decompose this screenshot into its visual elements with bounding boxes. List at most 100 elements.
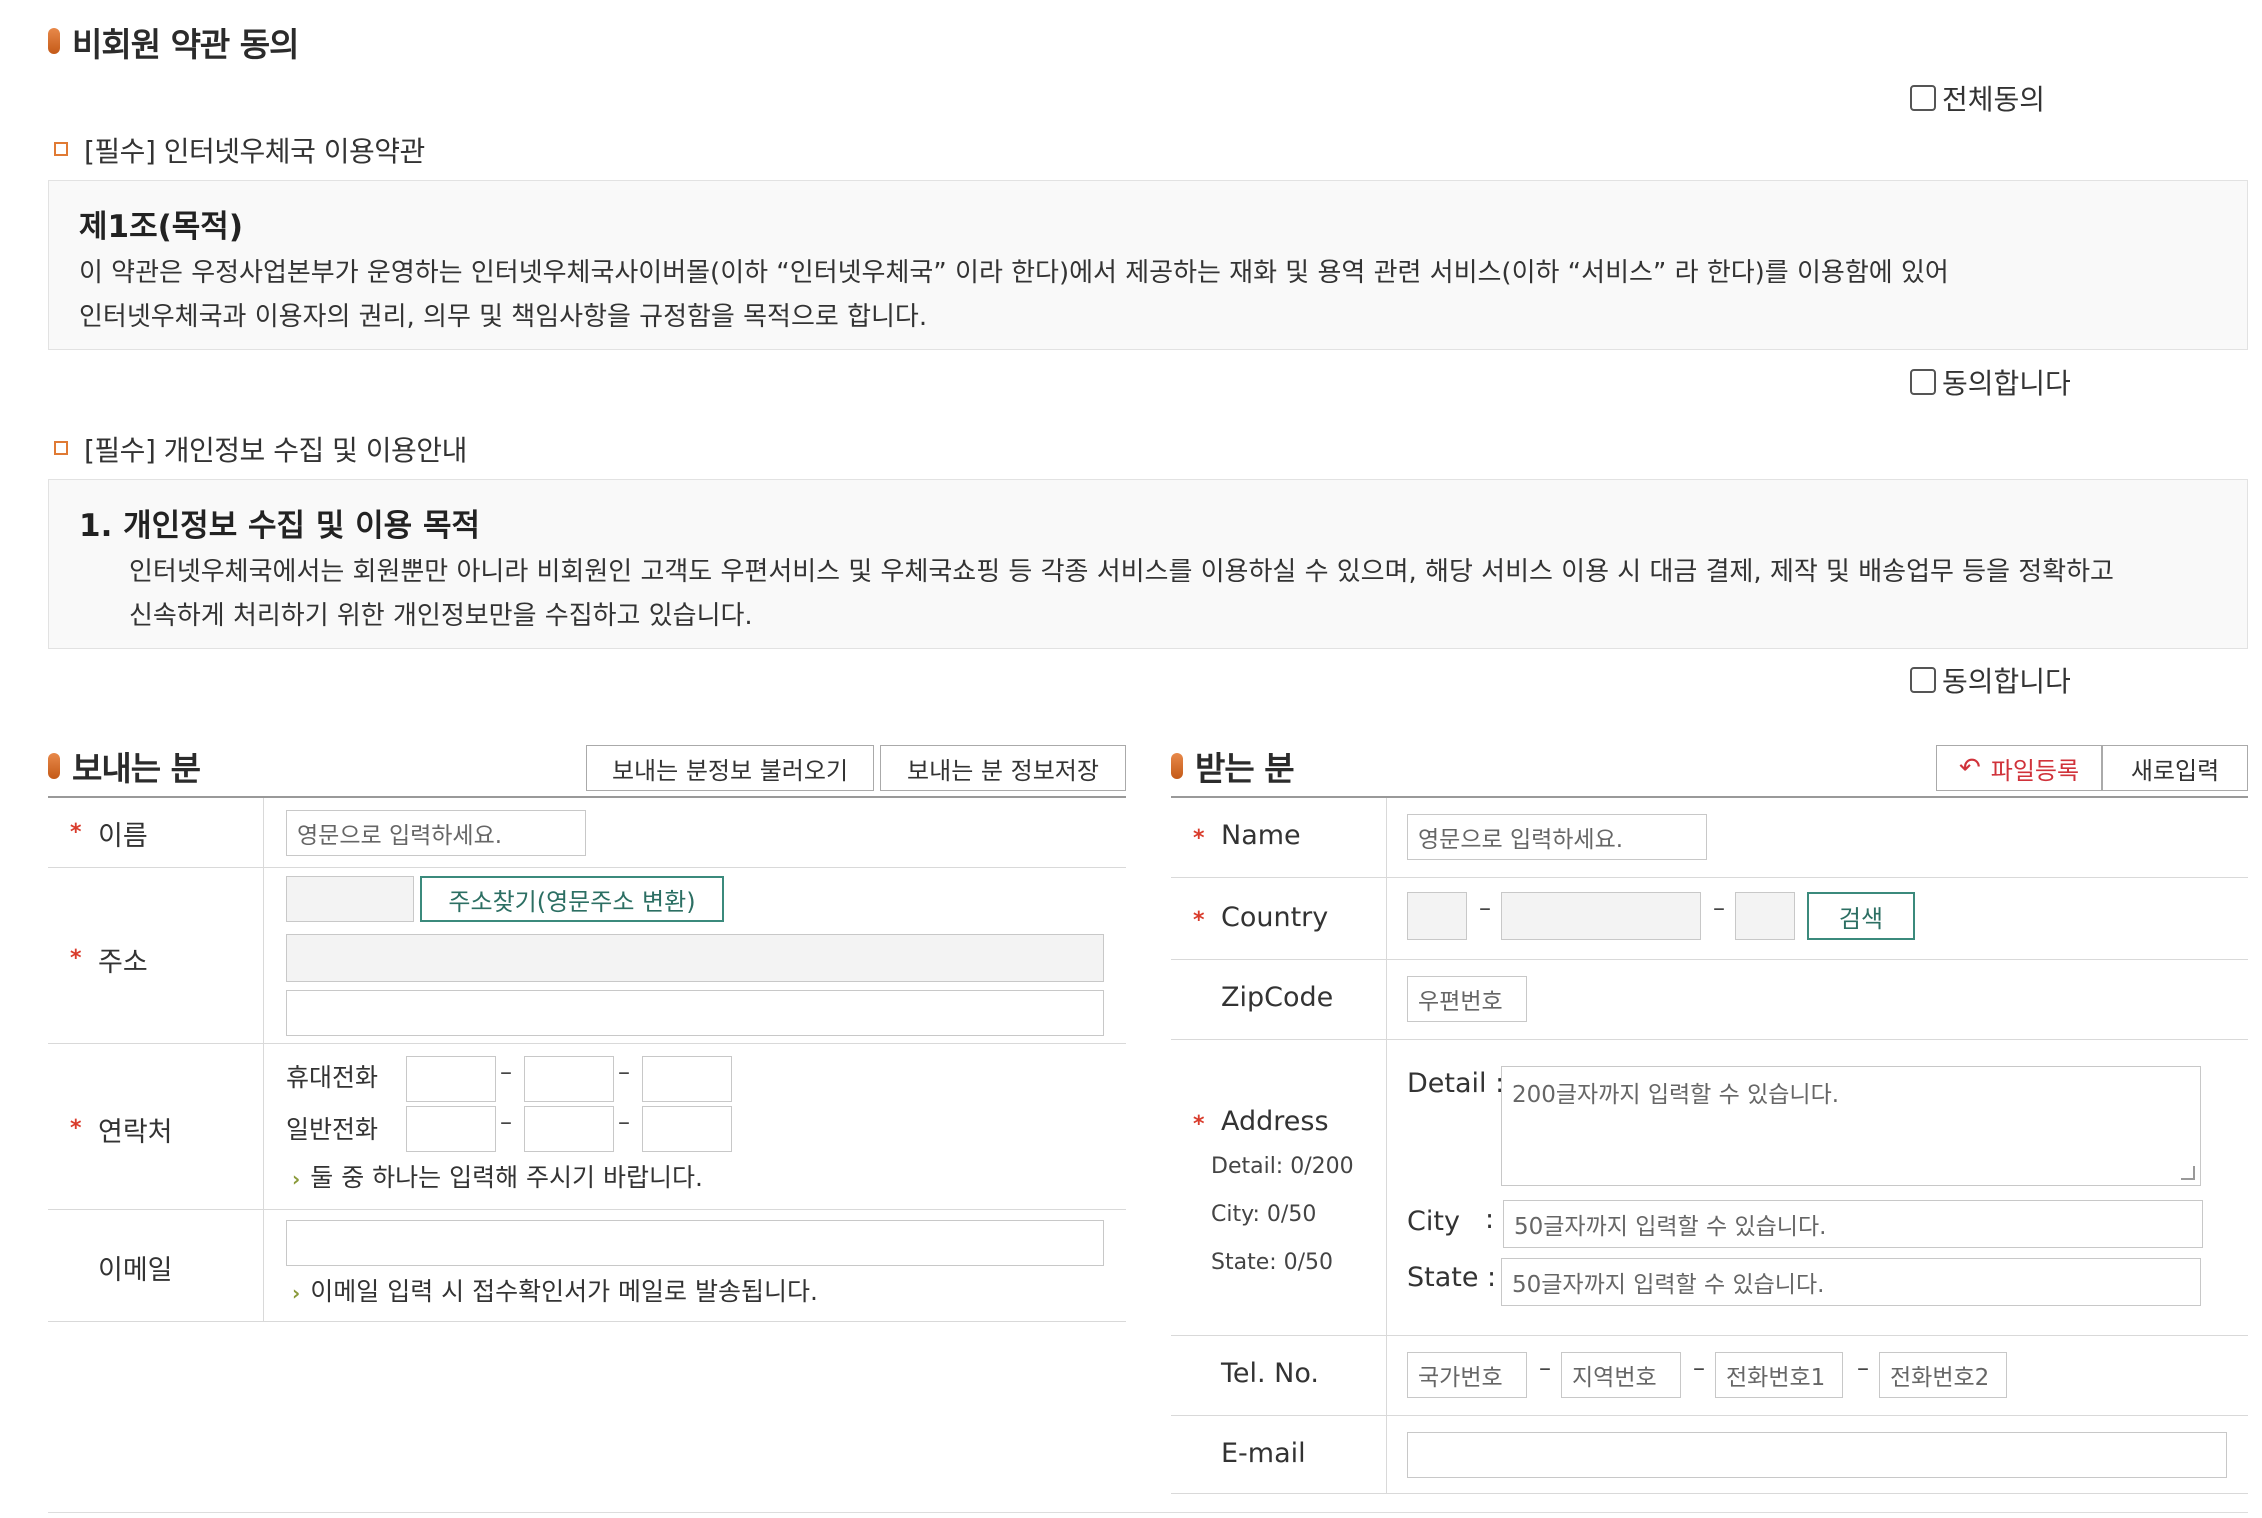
receiver-country-row: * Country – – 검색 xyxy=(1171,878,2248,960)
receiver-address-row: * Address Detail: 0/200 City: 0/50 State… xyxy=(1171,1040,2248,1336)
receiver-name-input[interactable]: 영문으로 입력하세요. xyxy=(1407,814,1707,860)
dash: – xyxy=(1857,1354,1869,1382)
mobile-label: 휴대전화 xyxy=(286,1063,379,1092)
sender-email-row: 이메일 › 이메일 입력 시 접수확인서가 메일로 발송됩니다. xyxy=(48,1210,1126,1322)
state-count: State: 0/50 xyxy=(1211,1250,1334,1275)
checkbox-box[interactable] xyxy=(1910,369,1936,395)
chevron-right-icon: › xyxy=(292,1281,301,1305)
page-title: 비회원 약관 동의 xyxy=(72,25,299,64)
country-search-button[interactable]: 검색 xyxy=(1807,892,1915,940)
receiver-name-label: Name xyxy=(1221,820,1301,851)
phone-part3-input[interactable] xyxy=(642,1106,732,1152)
agree-all-checkbox[interactable]: 전체동의 xyxy=(1910,78,2045,118)
tel-country-input[interactable]: 국가번호 xyxy=(1407,1352,1527,1398)
receiver-email-label: E-mail xyxy=(1221,1438,1306,1469)
save-sender-button[interactable]: 보내는 분 정보저장 xyxy=(880,745,1126,791)
bottom-divider xyxy=(48,1512,2248,1513)
sender-name-input[interactable]: 영문으로 입력하세요. xyxy=(286,810,586,856)
terms2-agree-checkbox[interactable]: 동의합니다 xyxy=(1910,660,2071,700)
terms2-agree-label: 동의합니다 xyxy=(1942,665,2071,698)
city-label: City xyxy=(1407,1206,1460,1237)
receiver-tel-label: Tel. No. xyxy=(1221,1358,1320,1389)
receiver-email-row: E-mail xyxy=(1171,1416,2248,1494)
dash: – xyxy=(618,1058,630,1086)
dash: – xyxy=(1693,1354,1705,1382)
square-bullet-icon xyxy=(54,142,68,156)
terms2-box: 1. 개인정보 수집 및 이용 목적 인터넷우체국에서는 회원뿐만 아니라 비회… xyxy=(48,479,2248,649)
city-count: City: 0/50 xyxy=(1211,1202,1317,1227)
dash: – xyxy=(618,1108,630,1136)
sender-zip-input[interactable] xyxy=(286,876,414,922)
receiver-zip-input[interactable]: 우편번호 xyxy=(1407,976,1527,1022)
contact-note-text: 둘 중 하나는 입력해 주시기 바랍니다. xyxy=(310,1163,703,1192)
state-label: State : xyxy=(1407,1262,1497,1293)
phone-label: 일반전화 xyxy=(286,1115,379,1144)
sender-email-input[interactable] xyxy=(286,1220,1104,1266)
terms1-title: [필수] 인터넷우체국 이용약관 xyxy=(84,135,425,168)
country-code-input[interactable] xyxy=(1407,892,1467,940)
load-sender-button[interactable]: 보내는 분정보 불러오기 xyxy=(586,745,874,791)
country-extra-input[interactable] xyxy=(1735,892,1795,940)
sender-name-row: * 이름 영문으로 입력하세요. xyxy=(48,798,1126,868)
resize-handle-icon[interactable] xyxy=(2181,1166,2195,1180)
dash: – xyxy=(1539,1354,1551,1382)
detail-label: Detail : xyxy=(1407,1068,1505,1099)
terms2-line2: 신속하게 처리하기 위한 개인정보만을 수집하고 있습니다. xyxy=(129,601,753,631)
required-mark: * xyxy=(70,820,82,845)
city-colon: : xyxy=(1485,1204,1495,1235)
mobile-part1-input[interactable] xyxy=(406,1056,496,1102)
contact-note: › 둘 중 하나는 입력해 주시기 바랍니다. xyxy=(292,1158,703,1194)
email-note-text: 이메일 입력 시 접수확인서가 메일로 발송됩니다. xyxy=(310,1277,818,1306)
chevron-right-icon: › xyxy=(292,1167,301,1191)
required-mark: * xyxy=(70,946,82,971)
new-input-button[interactable]: 새로입력 xyxy=(2102,745,2248,791)
dash: – xyxy=(500,1108,512,1136)
tel-area-input[interactable]: 지역번호 xyxy=(1561,1352,1681,1398)
receiver-country-label: Country xyxy=(1221,902,1329,933)
detail-textarea[interactable]: 200글자까지 입력할 수 있습니다. xyxy=(1501,1066,2201,1186)
agree-all-label: 전체동의 xyxy=(1942,83,2046,116)
mobile-part3-input[interactable] xyxy=(642,1056,732,1102)
terms1-heading: 제1조(목적) xyxy=(79,209,243,245)
terms1-line2: 인터넷우체국과 이용자의 권리, 의무 및 책임사항을 규정함을 목적으로 합니… xyxy=(79,302,928,332)
email-note: › 이메일 입력 시 접수확인서가 메일로 발송됩니다. xyxy=(292,1272,818,1308)
receiver-zip-label: ZipCode xyxy=(1221,982,1334,1013)
sender-name-label: 이름 xyxy=(98,821,148,852)
file-register-button[interactable]: ↶ 파일등록 xyxy=(1936,745,2102,791)
dash: – xyxy=(500,1058,512,1086)
sender-address1-input[interactable] xyxy=(286,934,1104,982)
receiver-bullet-icon xyxy=(1171,753,1183,779)
sender-contact-row: * 연락처 휴대전화 – – 일반전화 – – › 둘 중 하나는 입력해 주시기… xyxy=(48,1044,1126,1210)
phone-part2-input[interactable] xyxy=(524,1106,614,1152)
sender-bullet-icon xyxy=(48,753,60,779)
mobile-part2-input[interactable] xyxy=(524,1056,614,1102)
sender-form: * 이름 영문으로 입력하세요. * 주소 주소찾기(영문주소 변환) * 연락… xyxy=(48,796,1126,1322)
terms2-title: [필수] 개인정보 수집 및 이용안내 xyxy=(84,434,467,467)
sender-address2-input[interactable] xyxy=(286,990,1104,1036)
tel-num1-input[interactable]: 전화번호1 xyxy=(1715,1352,1843,1398)
phone-part1-input[interactable] xyxy=(406,1106,496,1152)
country-name-input[interactable] xyxy=(1501,892,1701,940)
checkbox-box[interactable] xyxy=(1910,85,1936,111)
receiver-tel-row: Tel. No. 국가번호 – 지역번호 – 전화번호1 – 전화번호2 xyxy=(1171,1336,2248,1416)
sender-email-label: 이메일 xyxy=(98,1255,173,1286)
address-search-button[interactable]: 주소찾기(영문주소 변환) xyxy=(420,876,724,922)
receiver-title: 받는 분 xyxy=(1195,749,1295,788)
terms1-box: 제1조(목적) 이 약관은 우정사업본부가 운영하는 인터넷우체국사이버몰(이하… xyxy=(48,180,2248,350)
terms1-agree-label: 동의합니다 xyxy=(1942,367,2071,400)
title-bullet-icon xyxy=(48,28,60,54)
required-mark: * xyxy=(1193,908,1205,933)
detail-count: Detail: 0/200 xyxy=(1211,1154,1354,1179)
checkbox-box[interactable] xyxy=(1910,667,1936,693)
receiver-email-input[interactable] xyxy=(1407,1432,2227,1478)
terms2-heading: 1. 개인정보 수집 및 이용 목적 xyxy=(79,508,481,544)
state-input[interactable]: 50글자까지 입력할 수 있습니다. xyxy=(1501,1258,2201,1306)
terms1-agree-checkbox[interactable]: 동의합니다 xyxy=(1910,362,2071,402)
sender-address-row: * 주소 주소찾기(영문주소 변환) xyxy=(48,868,1126,1044)
sender-title: 보내는 분 xyxy=(72,749,201,788)
receiver-name-row: * Name 영문으로 입력하세요. xyxy=(1171,798,2248,878)
receiver-form: * Name 영문으로 입력하세요. * Country – – 검색 ZipC… xyxy=(1171,796,2248,1494)
city-input[interactable]: 50글자까지 입력할 수 있습니다. xyxy=(1503,1200,2203,1248)
tel-num2-input[interactable]: 전화번호2 xyxy=(1879,1352,2007,1398)
sender-address-label: 주소 xyxy=(98,947,148,978)
